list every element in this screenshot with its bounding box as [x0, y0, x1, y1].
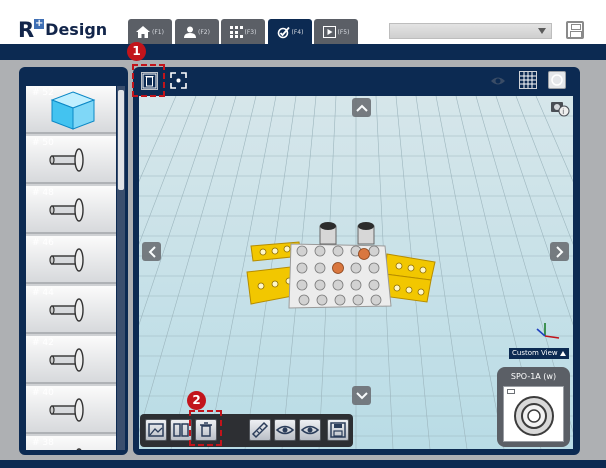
part-item[interactable]: # 42: [26, 336, 116, 384]
callout-highlight: [189, 410, 222, 446]
save-view-button[interactable]: [327, 419, 349, 441]
model-select-dropdown[interactable]: [389, 23, 552, 39]
floppy-disk-icon: [330, 422, 346, 438]
part-item[interactable]: # 52: [26, 86, 116, 134]
part-item[interactable]: # 44: [26, 286, 116, 334]
camera-icon: [551, 74, 563, 86]
part-number: # 42: [32, 338, 54, 348]
measure-button[interactable]: [249, 419, 271, 441]
svg-text:i: i: [562, 108, 564, 116]
part-item[interactable]: # 38: [26, 436, 116, 450]
chevron-left-icon: [148, 245, 156, 258]
app-window: R + Design (F1) (F2) (F3) (F4) (F5) # 52: [0, 0, 606, 468]
rivet-part-icon: [49, 398, 84, 422]
eye-icon: [300, 425, 320, 435]
pan-right-button[interactable]: [550, 242, 569, 261]
chevron-right-icon: [555, 245, 563, 258]
tab-user[interactable]: (F2): [175, 19, 219, 45]
expand-icon: [170, 72, 187, 89]
rivet-part-icon: [76, 448, 82, 450]
show-part-button[interactable]: [299, 419, 321, 441]
callout-highlight: [132, 64, 165, 97]
header-bar: [0, 44, 606, 60]
grid-dots-icon: [229, 26, 243, 38]
screenshot-button[interactable]: [548, 71, 566, 89]
grid-icon: [520, 72, 536, 88]
parts-list[interactable]: # 52 # 50 # 48 # 46 # 44 # 42 # 40 # 38: [26, 86, 116, 450]
parts-scrollbar[interactable]: [117, 86, 125, 450]
rivet-part-icon: [49, 248, 84, 272]
chevron-up-icon: [355, 104, 368, 112]
rivet-part-icon: [49, 298, 84, 322]
selected-part-label: SPO-1A (w): [510, 372, 557, 381]
tab-key-label: (F5): [337, 28, 350, 36]
logo-r: R: [18, 18, 35, 42]
eye-icon: [275, 425, 295, 435]
custom-view-selector[interactable]: Custom View: [509, 348, 569, 359]
logo-design-text: Design: [45, 20, 108, 39]
play-icon: [322, 26, 336, 38]
rivet-part-icon: [49, 348, 84, 372]
callout-badge: 1: [127, 42, 146, 61]
tab-key-label: (F2): [198, 28, 210, 36]
logo-plus: +: [34, 18, 45, 29]
part-number: # 46: [32, 238, 54, 248]
camera-settings-icon: i: [551, 102, 570, 117]
chevron-down-icon: [538, 28, 546, 34]
book-icon: [173, 423, 189, 437]
part-item[interactable]: # 40: [26, 386, 116, 434]
part-item[interactable]: # 48: [26, 186, 116, 234]
check-gear-icon: [277, 26, 290, 38]
tab-key-label: (F4): [291, 28, 304, 36]
visibility-toggle[interactable]: [490, 73, 506, 87]
rivet-part-icon: [49, 148, 84, 172]
view-settings-button[interactable]: i: [549, 99, 571, 117]
pan-down-button[interactable]: [352, 386, 371, 405]
image-export-button[interactable]: [145, 419, 167, 441]
fit-view-button[interactable]: [170, 72, 187, 89]
grid-toggle[interactable]: [519, 71, 537, 89]
part-number: # 40: [32, 388, 54, 398]
custom-view-label: Custom View: [512, 349, 558, 357]
tab-play[interactable]: (F5): [314, 19, 358, 45]
user-icon: [184, 26, 197, 38]
part-item[interactable]: # 50: [26, 136, 116, 184]
part-number: # 38: [32, 438, 54, 448]
part-number: # 48: [32, 188, 54, 198]
tab-key-label: (F3): [244, 28, 257, 36]
part-preview-box: [503, 386, 564, 442]
pan-up-button[interactable]: [352, 98, 371, 117]
rivet-part-icon: [49, 198, 84, 222]
hole-part-icon: [514, 396, 554, 436]
picture-icon: [148, 423, 164, 437]
pan-left-button[interactable]: [142, 242, 161, 261]
footer-bar: [0, 460, 606, 468]
chevron-up-icon: [560, 351, 566, 356]
chevron-down-icon: [355, 391, 368, 399]
app-logo: R + Design: [18, 15, 107, 43]
hide-part-button[interactable]: [274, 419, 296, 441]
home-icon: [136, 26, 151, 38]
cube-part-icon: [50, 91, 96, 130]
eye-icon: [491, 77, 505, 85]
save-icon[interactable]: [566, 21, 584, 39]
tab-key-label: (F1): [152, 28, 164, 36]
tab-grid[interactable]: (F3): [221, 19, 265, 45]
part-number: # 50: [32, 138, 54, 148]
callout-badge: 2: [187, 391, 206, 410]
tab-assembly[interactable]: (F4): [268, 19, 312, 45]
ruler-icon: [251, 421, 269, 439]
selected-part-preview: SPO-1A (w): [497, 367, 570, 447]
part-number: # 44: [32, 288, 54, 298]
part-item[interactable]: # 46: [26, 236, 116, 284]
scrollbar-thumb[interactable]: [118, 90, 124, 190]
